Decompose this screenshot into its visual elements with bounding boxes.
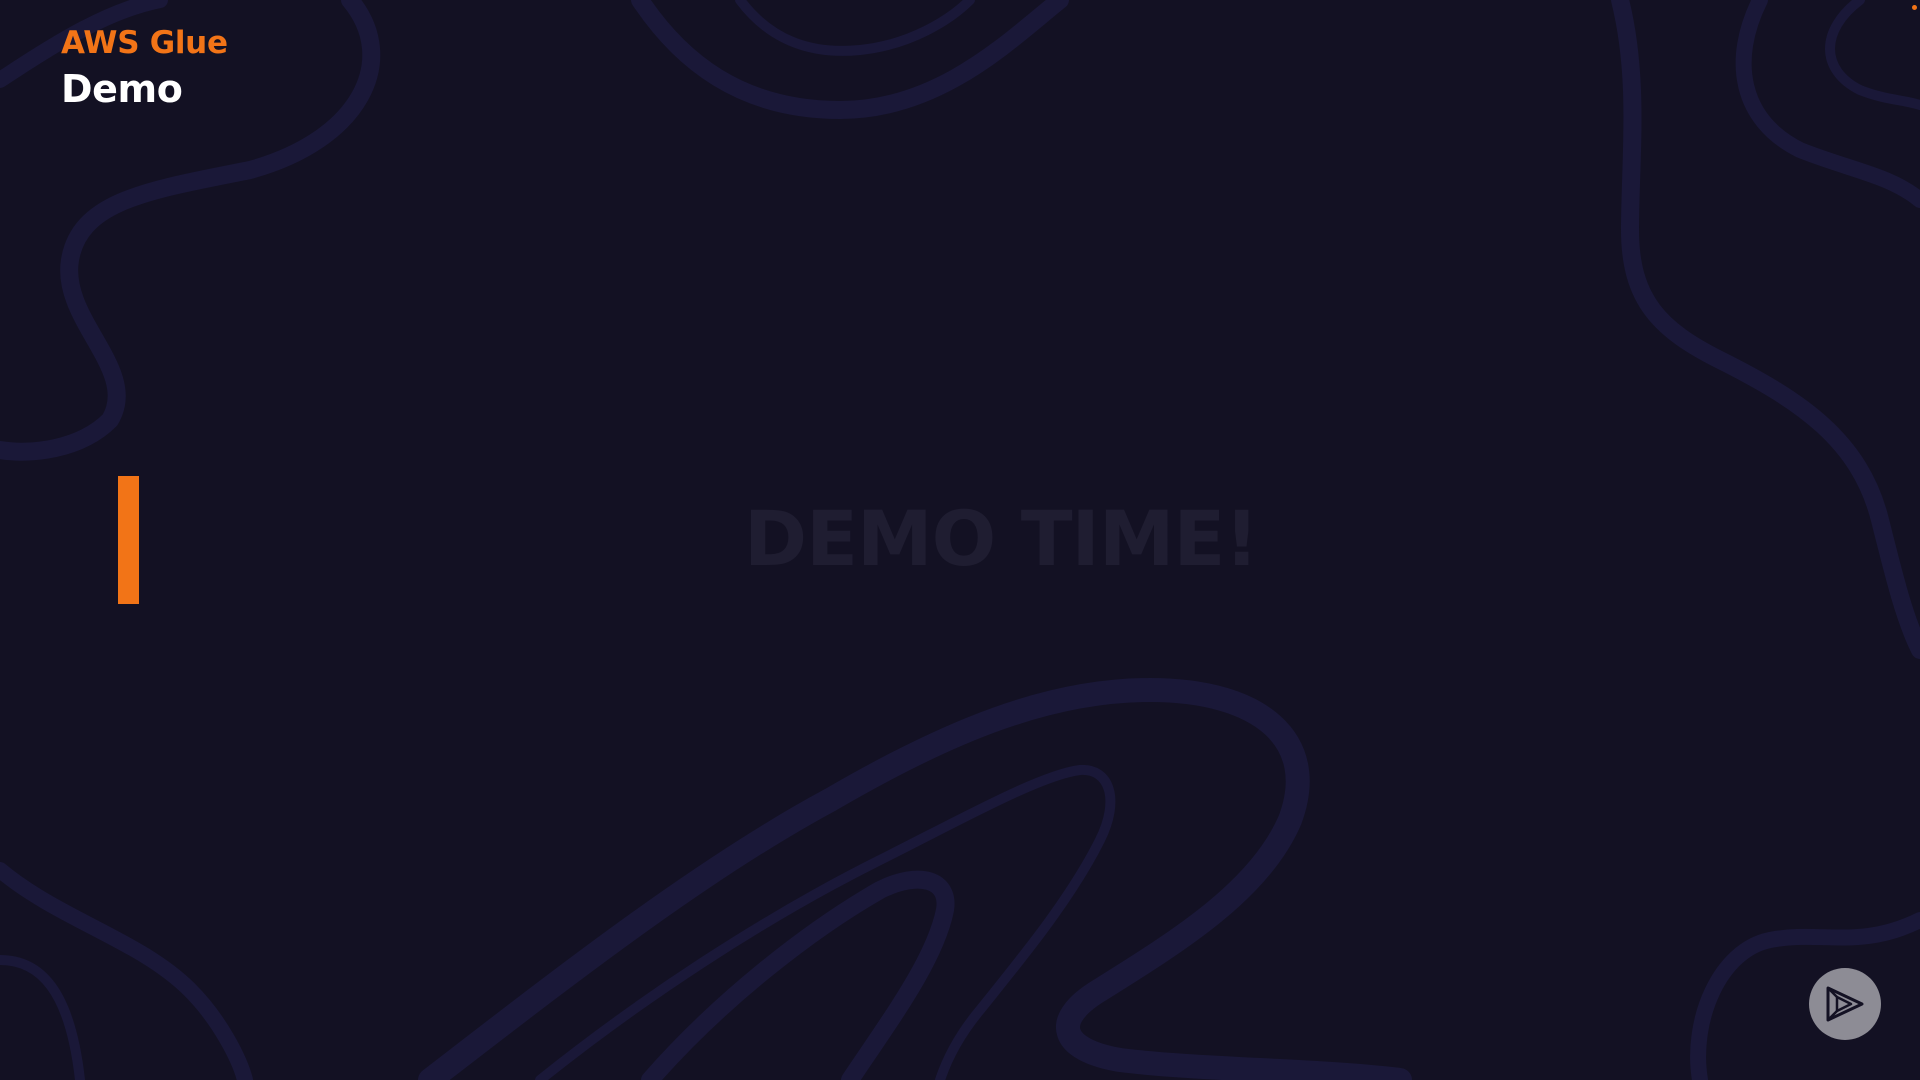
orange-accent-bar: [118, 476, 139, 604]
course-title: AWS Glue: [61, 25, 228, 61]
demo-time-text: DEMO TIME!: [744, 494, 1259, 583]
play-triangle-icon: [1826, 986, 1864, 1022]
slide: AWS Glue Demo DEMO TIME!: [0, 0, 1920, 1080]
module-title: Demo: [61, 67, 183, 111]
play-logo-icon: [1809, 968, 1881, 1040]
slide-header: AWS Glue Demo: [61, 24, 228, 112]
corner-dot-icon: [1912, 5, 1917, 10]
